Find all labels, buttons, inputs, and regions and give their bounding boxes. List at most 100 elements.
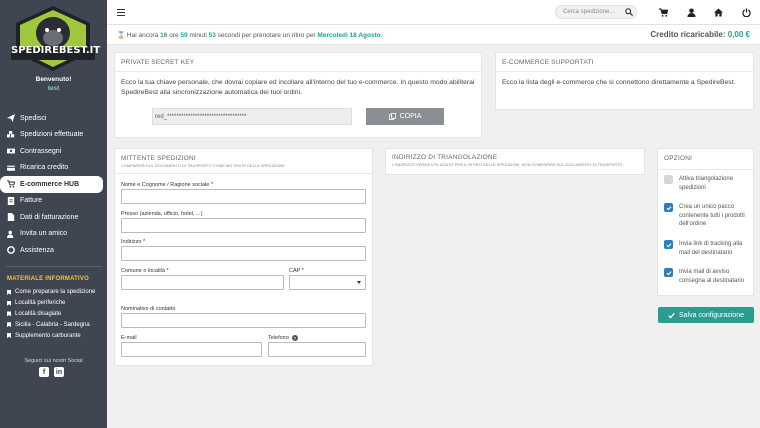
cart-icon[interactable] bbox=[659, 8, 668, 17]
option-label: Invia mail di avviso consegna al destina… bbox=[679, 269, 745, 284]
countdown-hours-label: ore bbox=[169, 32, 179, 39]
countdown-text: ⌛ Hai ancora 16 ore 59 minuti 53 secondi… bbox=[117, 32, 383, 39]
info-item-carburante[interactable]: Supplemento carburante bbox=[7, 330, 95, 341]
option-tracking-link[interactable]: Invia link di tracking alla mail del des… bbox=[664, 240, 749, 257]
info-item-disagiate[interactable]: Località disagiate bbox=[7, 309, 95, 320]
option-label: Attiva triangolazione spedizioni bbox=[679, 176, 734, 191]
sidebar-item-assistenza[interactable]: Assistenza bbox=[0, 242, 107, 259]
secret-key-panel: PRIVATE SECRET KEY Ecco la tua chiave pe… bbox=[114, 52, 482, 138]
email-field[interactable] bbox=[121, 342, 262, 357]
contact-label: Nominativo di contatto bbox=[121, 306, 176, 312]
panel-divider bbox=[115, 173, 372, 174]
checkbox-unchecked[interactable] bbox=[664, 175, 673, 184]
checkbox-checked[interactable] bbox=[664, 203, 673, 212]
address-field[interactable] bbox=[121, 218, 366, 233]
sidebar-item-ricarica[interactable]: Ricarica credito bbox=[0, 160, 107, 177]
phone-label: Telefono bbox=[268, 335, 289, 341]
panel-title: MITTENTE SPEDIZIONI bbox=[121, 155, 196, 162]
credit-label: Credito ricaricabile: bbox=[650, 30, 726, 39]
cap-label: CAP * bbox=[289, 268, 304, 274]
document-icon bbox=[6, 213, 15, 222]
bookmark-icon bbox=[7, 300, 11, 306]
sidebar-item-label: Dati di fatturazione bbox=[20, 213, 79, 221]
pickup-date: Mercoledì 18 Agosto bbox=[317, 32, 381, 39]
phone-field[interactable] bbox=[268, 342, 366, 357]
power-icon[interactable] bbox=[742, 8, 751, 17]
sidebar-item-ecommerce-hub[interactable]: E-commerce HUB bbox=[0, 176, 103, 193]
sidebar-item-label: Contrassegni bbox=[20, 147, 62, 155]
info-item-label: Sicilia - Calabria - Sardegna bbox=[15, 321, 90, 328]
help-icon[interactable]: ? bbox=[291, 335, 298, 341]
sidebar: SPEDIREBEST.IT Benvenuto! test Spedisci … bbox=[0, 0, 107, 428]
panel-title: OPZIONI bbox=[664, 155, 693, 162]
copy-button-label: COPIA bbox=[399, 113, 422, 120]
sidebar-divider bbox=[6, 266, 102, 267]
city-field[interactable] bbox=[121, 275, 284, 290]
sidebar-item-invita[interactable]: Invita un amico bbox=[0, 226, 107, 243]
checkbox-checked[interactable] bbox=[664, 240, 673, 249]
name-label: Nome e Cognome / Ragione sociale * bbox=[121, 182, 214, 188]
info-item-label: Supplemento carburante bbox=[15, 332, 81, 339]
secret-key-value: red_********************************** bbox=[155, 113, 247, 120]
sidebar-item-spedisci[interactable]: Spedisci bbox=[0, 110, 107, 127]
city-label: Comune o località * bbox=[121, 268, 169, 274]
copy-button[interactable]: COPIA bbox=[366, 108, 444, 125]
credit-value: 0,00 € bbox=[727, 30, 750, 39]
panel-title: INDIRIZZO DI TRIANGOLAZIONE bbox=[392, 154, 498, 161]
gorilla-logo[interactable] bbox=[8, 5, 98, 73]
panel-subtitle: L'INDIRIZZO VERRÀ UTILIZZATO PER IL RITI… bbox=[392, 162, 623, 167]
bookmark-icon bbox=[7, 289, 11, 295]
user-plus-icon bbox=[6, 229, 15, 238]
sidebar-item-dati-fatturazione[interactable]: Dati di fatturazione bbox=[0, 209, 107, 226]
panel-subtitle: COMPARIRÀ SUL DOCUMENTO DI TRASPORTO COM… bbox=[121, 163, 285, 168]
triangolazione-panel: INDIRIZZO DI TRIANGOLAZIONE L'INDIRIZZO … bbox=[385, 148, 645, 175]
username: test bbox=[47, 85, 60, 92]
save-config-button[interactable]: Salva configurazione bbox=[658, 307, 754, 323]
bookmark-icon bbox=[7, 322, 11, 328]
cap-select[interactable] bbox=[289, 275, 366, 290]
sidebar-item-fatture[interactable]: Fatture bbox=[0, 193, 107, 210]
sidebar-item-contrassegni[interactable]: Contrassegni bbox=[0, 143, 107, 160]
info-item-label: Località disagiate bbox=[15, 310, 62, 317]
option-avviso-consegna[interactable]: Invia mail di avviso consegna al destina… bbox=[664, 268, 749, 285]
sidebar-item-label: Spedisci bbox=[20, 114, 47, 122]
sidebar-item-label: Fatture bbox=[20, 197, 43, 205]
checkbox-checked[interactable] bbox=[664, 268, 673, 277]
secret-key-description: Ecco la tua chiave personale, che dovrai… bbox=[121, 79, 475, 96]
secret-key-field[interactable]: red_********************************** bbox=[152, 108, 352, 125]
facebook-icon[interactable]: f bbox=[39, 367, 49, 377]
sidebar-nav: Spedisci Spedizioni effettuate Contrasse… bbox=[0, 110, 107, 259]
info-title: MATERIALE INFORMATIVO bbox=[7, 276, 89, 282]
countdown-hours: 16 bbox=[160, 32, 168, 39]
topbar: Cerca spedizione... bbox=[107, 0, 760, 25]
social-text: Seguici sui nostri Social bbox=[24, 358, 83, 364]
sidebar-item-label: Spedizioni effettuate bbox=[20, 131, 84, 139]
name-field[interactable] bbox=[121, 189, 366, 204]
countdown-minutes: 59 bbox=[180, 32, 188, 39]
paper-plane-icon bbox=[6, 114, 15, 123]
search-icon[interactable] bbox=[625, 8, 633, 16]
hourglass-icon: ⌛ bbox=[117, 32, 126, 39]
home-icon[interactable] bbox=[714, 8, 723, 17]
credit-display: Credito ricaricabile: 0,00 € bbox=[650, 30, 750, 39]
info-item-isole[interactable]: Sicilia - Calabria - Sardegna bbox=[7, 319, 95, 330]
hamburger-menu-icon[interactable] bbox=[117, 9, 125, 16]
copy-icon bbox=[388, 113, 396, 120]
welcome-text: Benvenuto! bbox=[35, 76, 72, 83]
user-icon[interactable] bbox=[687, 8, 696, 17]
brand-text: SPEDIREBEST.IT bbox=[11, 45, 101, 56]
bookmark-icon bbox=[7, 333, 11, 339]
info-item-preparare[interactable]: Come preparare la spedizione bbox=[7, 287, 95, 298]
pickup-countdown-bar: ⌛ Hai ancora 16 ore 59 minuti 53 secondi… bbox=[107, 25, 760, 45]
option-triangolazione[interactable]: Attiva triangolazione spedizioni bbox=[664, 175, 749, 192]
linkedin-icon[interactable]: in bbox=[54, 367, 64, 377]
panel-divider bbox=[658, 169, 753, 170]
money-icon bbox=[6, 147, 15, 156]
sidebar-item-spedizioni[interactable]: Spedizioni effettuate bbox=[0, 127, 107, 144]
street-field[interactable] bbox=[121, 246, 366, 261]
info-item-periferiche[interactable]: Località periferiche bbox=[7, 298, 95, 309]
address-label: Presso (azienda, ufficio, hotel, ...) bbox=[121, 211, 203, 217]
option-unico-pacco[interactable]: Crea un unico pacco contenente tutti i p… bbox=[664, 203, 749, 229]
invoice-icon bbox=[6, 196, 15, 205]
contact-field[interactable] bbox=[121, 313, 366, 328]
